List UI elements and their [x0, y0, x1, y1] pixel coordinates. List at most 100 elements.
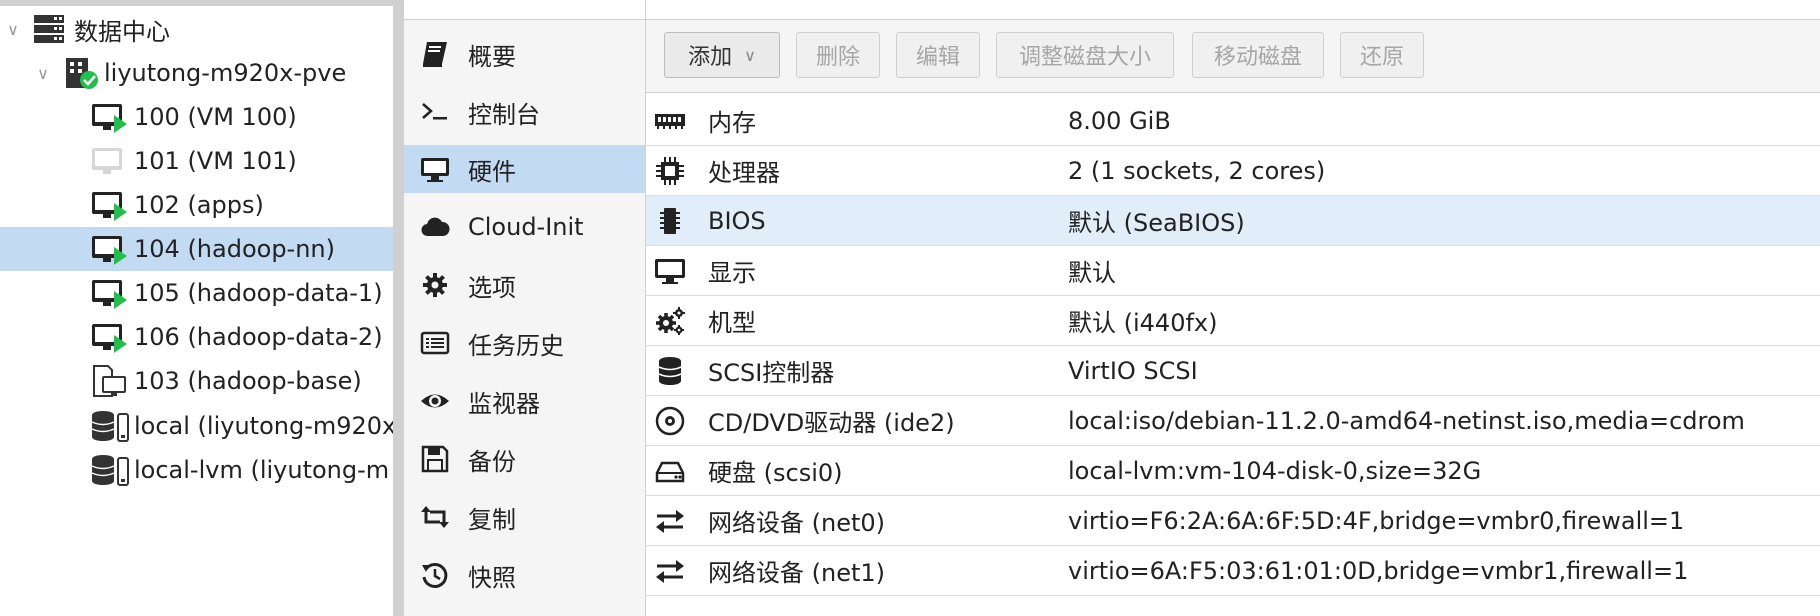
hardware-row-bios[interactable]: BIOS 默认 (SeaBIOS)	[646, 196, 1820, 246]
hardware-row-net0[interactable]: 网络设备 (net0) virtio=F6:2A:6A:6F:5D:4F,bri…	[646, 496, 1820, 546]
nav-item-options[interactable]: 选项	[404, 261, 645, 309]
hardware-value: virtio=6A:F5:03:61:01:0D,bridge=vmbr1,fi…	[1068, 556, 1689, 585]
edit-button[interactable]: 编辑	[896, 32, 980, 78]
hardware-value: VirtIO SCSI	[1068, 356, 1198, 385]
nav-item-snapshots[interactable]: 快照	[404, 551, 645, 599]
hardware-row-scsi-controller[interactable]: SCSI控制器 VirtIO SCSI	[646, 346, 1820, 396]
tree-top-border	[0, 0, 393, 6]
storage-icon	[90, 452, 130, 488]
nav-item-backup[interactable]: 备份	[404, 435, 645, 483]
tree-item-vm-101[interactable]: 101 (VM 101)	[0, 139, 393, 183]
tree-item-vm-102[interactable]: 102 (apps)	[0, 183, 393, 227]
panel-splitter[interactable]	[393, 0, 404, 616]
vm-running-icon	[90, 319, 130, 355]
remove-button[interactable]: 删除	[796, 32, 880, 78]
nav-item-label: Cloud-Init	[468, 213, 584, 241]
eye-icon	[420, 386, 450, 416]
vm-running-icon	[90, 99, 130, 135]
nav-item-cloud-init[interactable]: Cloud-Init	[404, 203, 645, 251]
hardware-name: CD/DVD驱动器 (ide2)	[708, 409, 955, 437]
hardware-value: 默认 (i440fx)	[1068, 309, 1218, 337]
tree-item-datacenter[interactable]: ∨ 数据中心	[0, 7, 393, 51]
exchange-icon	[654, 555, 686, 587]
template-icon	[90, 363, 130, 399]
chevron-down-icon: ∨	[744, 45, 756, 65]
tree-item-vm-106[interactable]: 106 (hadoop-data-2)	[0, 315, 393, 359]
remove-button-label: 删除	[815, 45, 860, 70]
add-button-label: 添加	[688, 45, 733, 70]
hardware-panel: 添加 ∨ 删除 编辑 调整磁盘大小 移动磁盘 还原 内存 8.00 GiB 处理…	[646, 0, 1820, 616]
hardware-value: 默认	[1068, 259, 1116, 287]
nav-item-label: 概要	[468, 42, 516, 71]
vm-nav-panel: 概要 控制台 硬件 Cloud-Init 选项 任务历史 监视器 备份 复制 快…	[404, 0, 646, 616]
vm-running-icon	[90, 275, 130, 311]
resize-disk-button[interactable]: 调整磁盘大小	[996, 32, 1174, 78]
hardware-value: 8.00 GiB	[1068, 106, 1171, 135]
tree-item-label: local (liyutong-m920x	[134, 412, 393, 440]
hardware-value: 2 (1 sockets, 2 cores)	[1068, 156, 1326, 185]
tree-item-label: liyutong-m920x-pve	[104, 59, 347, 87]
tree-item-storage-local-lvm[interactable]: local-lvm (liyutong-m	[0, 448, 393, 492]
retweet-icon	[420, 502, 450, 532]
memory-icon	[654, 105, 686, 137]
tree-item-label: 104 (hadoop-nn)	[134, 235, 335, 263]
tree-item-label: 103 (hadoop-base)	[134, 367, 362, 395]
vm-running-icon	[90, 231, 130, 267]
revert-button[interactable]: 还原	[1340, 32, 1424, 78]
nav-item-label: 选项	[468, 273, 516, 302]
microchip-icon	[654, 205, 686, 237]
hardware-name: 显示	[708, 259, 756, 287]
history-icon	[420, 560, 450, 590]
tree-item-label: 数据中心	[74, 17, 170, 46]
collapse-chevron-icon[interactable]: ∨	[32, 64, 54, 83]
tree-item-label: 101 (VM 101)	[134, 147, 297, 175]
move-disk-button-label: 移动磁盘	[1213, 45, 1302, 70]
floppy-icon	[420, 444, 450, 474]
tree-item-vm-100[interactable]: 100 (VM 100)	[0, 95, 393, 139]
nav-item-label: 备份	[468, 447, 516, 476]
list-icon	[420, 328, 450, 358]
hardware-row-net1[interactable]: 网络设备 (net1) virtio=6A:F5:03:61:01:0D,bri…	[646, 546, 1820, 596]
vm-running-icon	[90, 187, 130, 223]
tree-item-vm-104[interactable]: 104 (hadoop-nn)	[0, 227, 393, 271]
hardware-value: local:iso/debian-11.2.0-amd64-netinst.is…	[1068, 406, 1745, 435]
revert-button-label: 还原	[1359, 45, 1404, 70]
tree-item-storage-local[interactable]: local (liyutong-m920x	[0, 404, 393, 448]
nav-item-label: 监视器	[468, 389, 540, 418]
hardware-row-memory[interactable]: 内存 8.00 GiB	[646, 96, 1820, 146]
hardware-name: 处理器	[708, 159, 780, 187]
tree-item-node[interactable]: ∨ liyutong-m920x-pve	[0, 51, 393, 95]
nav-item-replication[interactable]: 复制	[404, 493, 645, 541]
hardware-row-hard-disk[interactable]: 硬盘 (scsi0) local-lvm:vm-104-disk-0,size=…	[646, 446, 1820, 496]
nav-item-task-history[interactable]: 任务历史	[404, 319, 645, 367]
hardware-row-display[interactable]: 显示 默认	[646, 246, 1820, 296]
hardware-row-processor[interactable]: 处理器 2 (1 sockets, 2 cores)	[646, 146, 1820, 196]
nav-item-console[interactable]: 控制台	[404, 88, 645, 136]
tree-item-template-103[interactable]: 103 (hadoop-base)	[0, 359, 393, 403]
nav-item-hardware[interactable]: 硬件	[404, 145, 645, 193]
hardware-name: 硬盘 (scsi0)	[708, 459, 843, 487]
nav-item-label: 控制台	[468, 100, 540, 129]
hardware-name: 网络设备 (net0)	[708, 509, 886, 537]
hardware-toolbar: 添加 ∨ 删除 编辑 调整磁盘大小 移动磁盘 还原	[646, 20, 1820, 93]
collapse-chevron-icon[interactable]: ∨	[2, 20, 24, 39]
cogs-icon	[654, 305, 686, 337]
hardware-name: SCSI控制器	[708, 359, 835, 387]
tree-item-label: 102 (apps)	[134, 191, 264, 219]
move-disk-button[interactable]: 移动磁盘	[1192, 32, 1324, 78]
hdd-icon	[654, 455, 686, 487]
tree-item-label: local-lvm (liyutong-m	[134, 456, 390, 484]
nav-item-monitor[interactable]: 监视器	[404, 377, 645, 425]
storage-icon	[90, 408, 130, 444]
tree-item-vm-105[interactable]: 105 (hadoop-data-1)	[0, 271, 393, 315]
cloud-icon	[420, 212, 450, 242]
add-button[interactable]: 添加 ∨	[664, 32, 780, 78]
nav-item-summary[interactable]: 概要	[404, 30, 645, 78]
nav-item-label: 快照	[468, 563, 516, 592]
hardware-row-machine[interactable]: 机型 默认 (i440fx)	[646, 296, 1820, 346]
desktop-icon	[420, 154, 450, 184]
cdrom-icon	[654, 405, 686, 437]
hardware-row-cdrom[interactable]: CD/DVD驱动器 (ide2) local:iso/debian-11.2.0…	[646, 396, 1820, 446]
node-online-icon	[60, 55, 100, 91]
vm-stopped-icon	[90, 143, 130, 179]
